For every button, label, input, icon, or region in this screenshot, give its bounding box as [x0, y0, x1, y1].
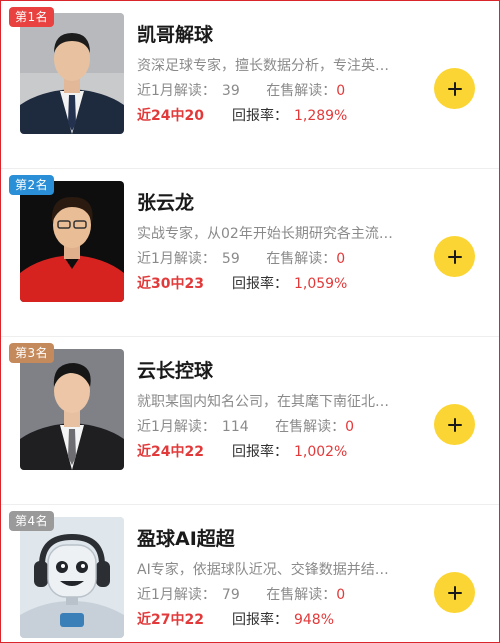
expert-description: 实战专家，从02年开始长期研究各主流联赛	[137, 226, 401, 242]
expert-stats: 近1月解读： 59 在售解读：0	[137, 248, 345, 268]
recent-count: 59	[221, 251, 240, 267]
hit-record: 近24中20	[137, 108, 204, 124]
expert-avatar[interactable]	[20, 349, 124, 470]
plus-icon	[447, 417, 462, 432]
expert-name[interactable]: 盈球AI超超	[137, 524, 235, 551]
recent-label: 近1月解读：	[137, 83, 216, 99]
onsale-label: 在售解读：	[266, 83, 337, 99]
return-rate: 1,059%	[293, 276, 348, 292]
follow-button[interactable]	[434, 236, 475, 277]
recent-label: 近1月解读：	[137, 419, 216, 435]
hit-record: 近27中22	[137, 612, 204, 628]
rank-badge: 第1名	[9, 7, 55, 27]
expert-description: 资深足球专家，擅长数据分析，专注英超联赛多年	[137, 58, 401, 74]
expert-ranking-list: 第1名 凯哥解球 资深足球专家，擅长数据分析，专注英超联赛多年 近1月解读： 39…	[0, 0, 500, 643]
hit-record: 近24中22	[137, 444, 204, 460]
expert-stats: 近1月解读： 114 在售解读：0	[137, 416, 354, 436]
expert-results: 近27中22 回报率： 948%	[137, 609, 334, 629]
expert-description: 就职某国内知名公司，在其麾下南征北战多年	[137, 394, 401, 410]
expert-avatar[interactable]	[20, 13, 124, 134]
follow-button[interactable]	[434, 572, 475, 613]
follow-button[interactable]	[434, 68, 475, 109]
expert-stats: 近1月解读： 39 在售解读：0	[137, 80, 345, 100]
recent-label: 近1月解读：	[137, 251, 216, 267]
expert-stats: 近1月解读： 79 在售解读：0	[137, 584, 345, 604]
return-label: 回报率：	[231, 444, 288, 460]
recent-count: 79	[221, 587, 240, 603]
onsale-label: 在售解读：	[266, 587, 337, 603]
expert-name[interactable]: 云长控球	[137, 356, 213, 383]
onsale-label: 在售解读：	[275, 419, 346, 435]
expert-results: 近24中20 回报率： 1,289%	[137, 105, 347, 125]
plus-icon	[447, 81, 462, 96]
onsale-count: 0	[345, 419, 355, 435]
onsale-count: 0	[336, 587, 346, 603]
expert-results: 近30中23 回报率： 1,059%	[137, 273, 347, 293]
plus-icon	[447, 585, 462, 600]
recent-label: 近1月解读：	[137, 587, 216, 603]
expert-description: AI专家，依据球队近况、交锋数据并结合多维模型	[137, 562, 401, 578]
return-label: 回报率：	[231, 108, 288, 124]
return-rate: 1,289%	[293, 108, 348, 124]
rank-badge: 第3名	[9, 343, 55, 363]
plus-icon	[447, 249, 462, 264]
recent-count: 39	[221, 83, 240, 99]
expert-results: 近24中22 回报率： 1,002%	[137, 441, 347, 461]
expert-card[interactable]: 第1名 凯哥解球 资深足球专家，擅长数据分析，专注英超联赛多年 近1月解读： 39…	[1, 1, 499, 169]
expert-avatar[interactable]	[20, 181, 124, 302]
expert-card[interactable]: 第4名 盈球AI超超 AI专家，依据球队近况、交锋数据并结合多维模型 近1月解读…	[1, 505, 499, 642]
expert-name[interactable]: 凯哥解球	[137, 20, 213, 47]
onsale-label: 在售解读：	[266, 251, 337, 267]
expert-name[interactable]: 张云龙	[137, 188, 194, 215]
rank-badge: 第4名	[9, 511, 55, 531]
recent-count: 114	[221, 419, 249, 435]
return-rate: 948%	[293, 612, 334, 628]
hit-record: 近30中23	[137, 276, 204, 292]
expert-avatar[interactable]	[20, 517, 124, 638]
return-label: 回报率：	[231, 276, 288, 292]
rank-badge: 第2名	[9, 175, 55, 195]
onsale-count: 0	[336, 251, 346, 267]
return-label: 回报率：	[231, 612, 288, 628]
expert-card[interactable]: 第2名 张云龙 实战专家，从02年开始长期研究各主流联赛 近1月解读： 59 在售…	[1, 169, 499, 337]
onsale-count: 0	[336, 83, 346, 99]
expert-card[interactable]: 第3名 云长控球 就职某国内知名公司，在其麾下南征北战多年 近1月解读： 114 …	[1, 337, 499, 505]
follow-button[interactable]	[434, 404, 475, 445]
return-rate: 1,002%	[293, 444, 348, 460]
